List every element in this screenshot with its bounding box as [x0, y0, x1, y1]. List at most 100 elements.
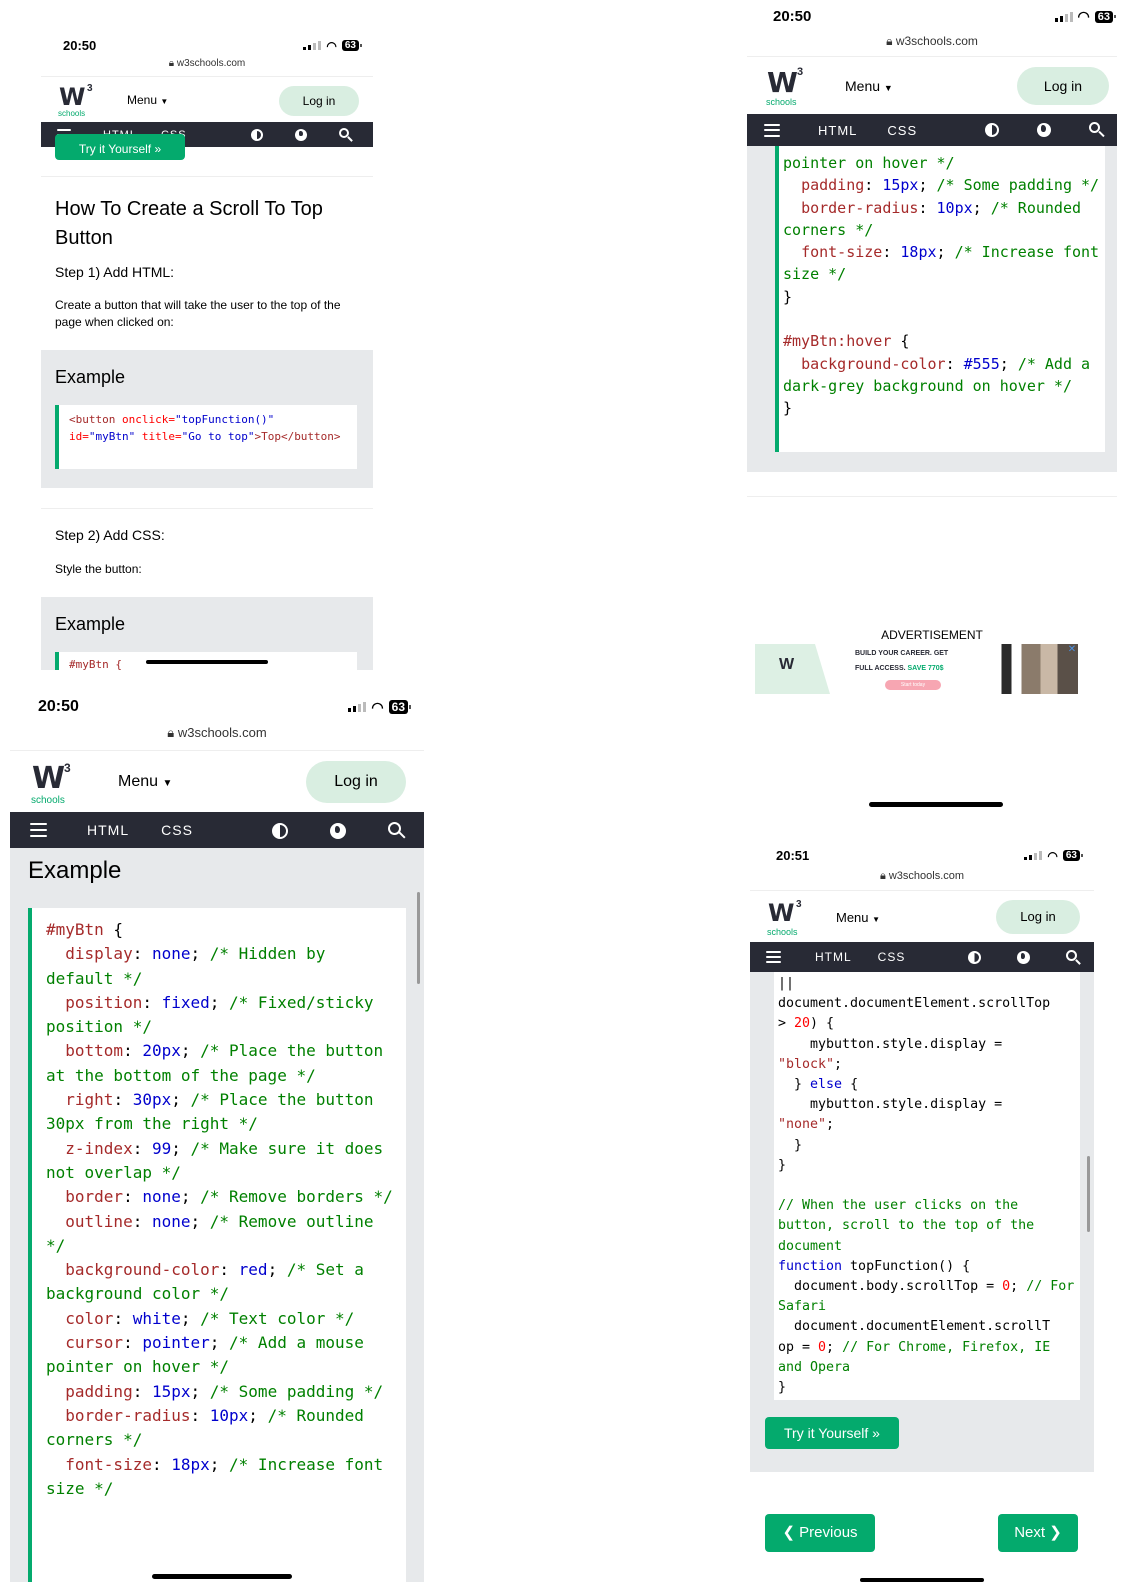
status-time: 20:50 [63, 38, 97, 53]
contrast-icon[interactable] [272, 822, 288, 839]
menu-button[interactable]: Menu ▼ [118, 773, 172, 791]
caret-down-icon: ▼ [160, 97, 169, 106]
contrast-icon[interactable] [985, 122, 999, 137]
login-button[interactable]: Log in [279, 86, 359, 116]
battery-icon: 63 [1094, 10, 1117, 23]
lock-icon: 🔒︎ [167, 725, 175, 740]
search-icon[interactable] [388, 822, 406, 839]
example1-box: Example <button onclick="topFunction()" … [41, 350, 373, 488]
battery-icon: 63 [1062, 850, 1084, 861]
lock-icon: 🔒︎ [879, 870, 886, 882]
nav-css[interactable]: CSS [161, 822, 193, 838]
nav-css[interactable]: CSS [887, 123, 917, 138]
hamburger-menu-icon[interactable] [766, 951, 781, 963]
status-icons: ◠ 63 [348, 699, 412, 716]
battery-icon: 63 [388, 700, 412, 714]
status-bar: 20:50 ◠ 63 [41, 38, 373, 53]
status-bar: 20:50 ◠ 63 [10, 698, 424, 716]
code-block-css: #myBtn { display: none; /* Hidden by def… [28, 908, 406, 1582]
status-bar: 20:50 ◠ 63 [747, 8, 1117, 25]
w3schools-logo[interactable]: W 3 schools [766, 897, 806, 937]
site-header: W 3 schools Menu ▼ Log in [750, 890, 1094, 943]
status-icons: ◠ 63 [303, 39, 363, 53]
advertisement-label: ADVERTISEMENT [881, 628, 983, 642]
nav-css[interactable]: CSS [878, 950, 906, 964]
home-indicator [146, 660, 268, 664]
address-bar[interactable]: 🔒︎ w3schools.com [10, 725, 424, 741]
search-icon[interactable] [1089, 122, 1105, 138]
address-bar[interactable]: 🔒︎ w3schools.com [750, 870, 1094, 883]
url-text: w3schools.com [177, 725, 267, 740]
top-nav: HTML CSS [750, 942, 1094, 972]
status-icons: ◠ 63 [1024, 848, 1084, 863]
code-block-css-continued: pointer on hover */ padding: 15px; /* So… [775, 146, 1105, 452]
globe-icon[interactable] [330, 822, 346, 839]
code-block-js: || document.documentElement.scrollTop > … [774, 972, 1080, 1400]
url-text: w3schools.com [888, 870, 965, 882]
ad-cta-button[interactable]: Start today [885, 680, 941, 690]
step2-description: Style the button: [55, 562, 142, 576]
status-time: 20:50 [38, 698, 79, 715]
signal-icon [348, 702, 367, 712]
caret-down-icon: ▼ [872, 914, 881, 924]
example-box: pointer on hover */ padding: 15px; /* So… [747, 146, 1117, 472]
try-it-yourself-button[interactable]: Try it Yourself » [765, 1417, 899, 1449]
lock-icon: 🔒︎ [886, 34, 893, 48]
w3schools-logo[interactable]: W 3 schools [765, 64, 809, 108]
address-bar[interactable]: 🔒︎ w3schools.com [41, 58, 373, 69]
w3schools-logo[interactable]: W 3 schools [30, 759, 76, 806]
step1-description: Create a button that will take the user … [55, 298, 341, 329]
login-button[interactable]: Log in [306, 761, 406, 803]
home-indicator [860, 1578, 984, 1582]
ad-logo-panel: W [755, 644, 830, 694]
try-it-yourself-button-cut[interactable]: Try it Yourself » [55, 134, 185, 160]
example-box: || document.documentElement.scrollTop > … [750, 972, 1094, 1472]
wifi-icon: ◠ [1077, 8, 1090, 24]
step2-heading: Step 2) Add CSS: [55, 527, 165, 543]
caret-down-icon: ▼ [162, 778, 173, 789]
w3schools-logo[interactable]: W 3 schools [57, 81, 97, 119]
scrollbar[interactable] [417, 892, 420, 984]
code-block-html: <button onclick="topFunction()" id="myBt… [55, 405, 357, 469]
advertisement-banner[interactable]: W BUILD YOUR CAREER. GET FULL ACCESS. SA… [755, 644, 1078, 694]
contrast-icon[interactable] [968, 950, 981, 964]
login-button[interactable]: Log in [996, 900, 1080, 934]
globe-icon[interactable] [1037, 122, 1051, 137]
wifi-icon: ◠ [1047, 848, 1058, 863]
globe-icon[interactable] [1017, 950, 1030, 964]
menu-button[interactable]: Menu ▼ [127, 93, 168, 107]
divider [747, 496, 1117, 497]
lock-icon: 🔒︎ [168, 58, 175, 69]
ad-text-line1: BUILD YOUR CAREER. GET [855, 650, 949, 657]
hamburger-menu-icon[interactable] [30, 823, 47, 837]
login-button[interactable]: Log in [1017, 67, 1109, 105]
site-header: W 3 schools Menu ▼ Log in [747, 56, 1117, 115]
site-header: W 3 schools Menu ▼ Log in [41, 76, 373, 123]
nav-html[interactable]: HTML [87, 822, 129, 838]
contrast-icon[interactable] [251, 128, 263, 141]
example-box: Example #myBtn { display: none; /* Hidde… [10, 848, 424, 1582]
search-icon[interactable] [339, 128, 353, 142]
url-text: w3schools.com [895, 34, 978, 48]
nav-html[interactable]: HTML [815, 950, 852, 964]
ad-close-icon[interactable]: ✕ [1066, 644, 1078, 656]
globe-icon[interactable] [295, 128, 307, 141]
address-bar[interactable]: 🔒︎ w3schools.com [747, 34, 1117, 49]
screenshot-3: 20:50 ◠ 63 🔒︎ w3schools.com W 3 schools … [10, 690, 424, 1582]
previous-button[interactable]: ❮ Previous [765, 1514, 875, 1552]
search-icon[interactable] [1066, 950, 1081, 965]
battery-icon: 63 [341, 40, 363, 51]
scrollbar[interactable] [1087, 1156, 1090, 1232]
menu-button[interactable]: Menu ▼ [836, 910, 880, 925]
ad-w3-logo: W [779, 656, 795, 673]
next-button[interactable]: Next ❯ [998, 1514, 1078, 1552]
caret-down-icon: ▼ [883, 83, 893, 93]
menu-button[interactable]: Menu ▼ [845, 78, 893, 94]
nav-html[interactable]: HTML [818, 123, 857, 138]
example2-heading: Example [55, 614, 126, 634]
status-time: 20:50 [773, 8, 812, 25]
home-indicator [869, 802, 1003, 807]
screenshot-2: 20:50 ◠ 63 🔒︎ w3schools.com W 3 schools … [747, 0, 1117, 812]
example1-heading: Example [55, 367, 126, 387]
hamburger-menu-icon[interactable] [764, 123, 780, 137]
